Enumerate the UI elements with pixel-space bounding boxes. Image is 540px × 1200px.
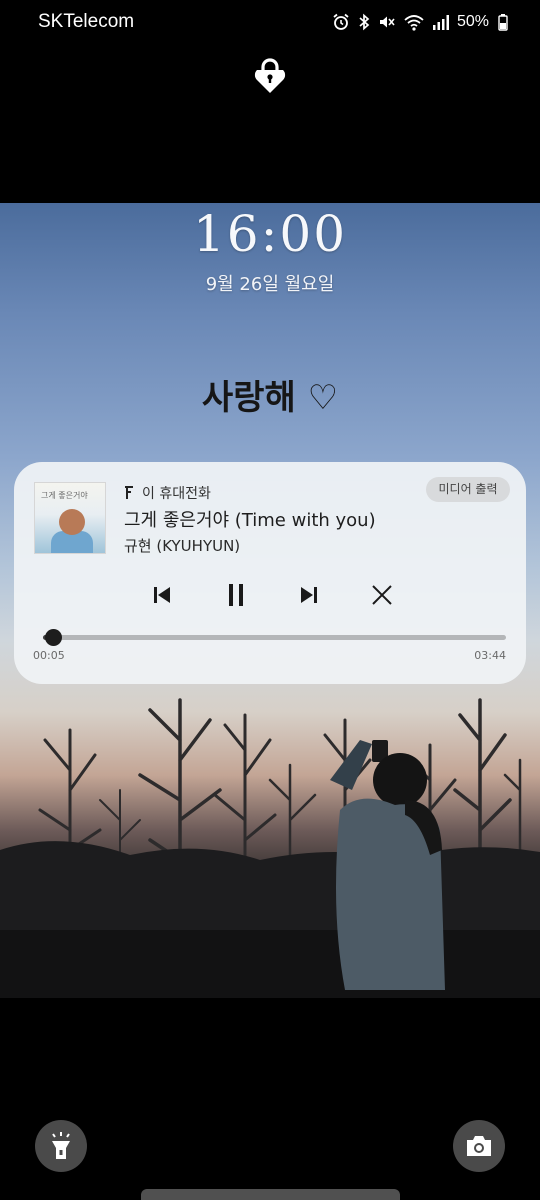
wallpaper-scenery <box>0 698 540 998</box>
lockscreen-date: 9월 26일 월요일 <box>205 274 335 295</box>
flashlight-shortcut[interactable] <box>35 1120 87 1172</box>
close-icon <box>372 585 392 605</box>
lockscreen-clock: 16:00 <box>192 205 348 263</box>
camera-shortcut[interactable] <box>453 1120 505 1172</box>
previous-icon <box>154 587 170 603</box>
signal-icon <box>432 15 449 30</box>
camera-icon <box>467 1136 491 1156</box>
album-art: 그게 좋은거야 <box>34 482 106 554</box>
bluetooth-icon <box>359 13 370 31</box>
flashlight-icon <box>52 1132 70 1159</box>
elapsed-time: 00:05 <box>33 649 65 662</box>
mute-icon <box>379 16 395 28</box>
status-bar: SKTelecom 50% <box>0 0 540 46</box>
app-source-icon <box>125 486 133 499</box>
album-art-figure-head <box>59 509 85 535</box>
seek-bar-thumb[interactable] <box>45 629 63 646</box>
media-output-button[interactable]: 미디어 출력 <box>426 477 510 502</box>
wallpaper-handwriting: 사랑해 ♡ <box>201 378 339 418</box>
lock-icon[interactable] <box>253 56 287 94</box>
album-art-title: 그게 좋은거야 <box>41 491 88 500</box>
battery-icon <box>498 14 508 31</box>
status-icons: 50% <box>332 12 508 32</box>
carrier-name: SKTelecom <box>38 11 135 32</box>
pause-button[interactable] <box>218 577 254 613</box>
alarm-icon <box>333 13 349 30</box>
pause-icon <box>229 584 243 606</box>
previous-button[interactable] <box>144 577 180 613</box>
next-icon <box>301 587 317 603</box>
next-button[interactable] <box>291 577 327 613</box>
playback-device-label: 이 휴대전화 <box>142 486 211 502</box>
seek-bar[interactable] <box>43 629 506 646</box>
media-player-card[interactable]: 그게 좋은거야 이 휴대전화 미디어 출력 그게 좋은거야 (Time with… <box>14 462 526 684</box>
artist-name: 규현 (KYUHYUN) <box>124 537 241 555</box>
wifi-icon <box>404 15 424 31</box>
total-time: 03:44 <box>474 649 506 662</box>
home-indicator[interactable] <box>141 1189 400 1200</box>
close-button[interactable] <box>364 577 400 613</box>
song-title: 그게 좋은거야 (Time with you) <box>124 510 376 531</box>
battery-percentage: 50% <box>456 13 489 30</box>
playback-controls <box>14 577 526 613</box>
